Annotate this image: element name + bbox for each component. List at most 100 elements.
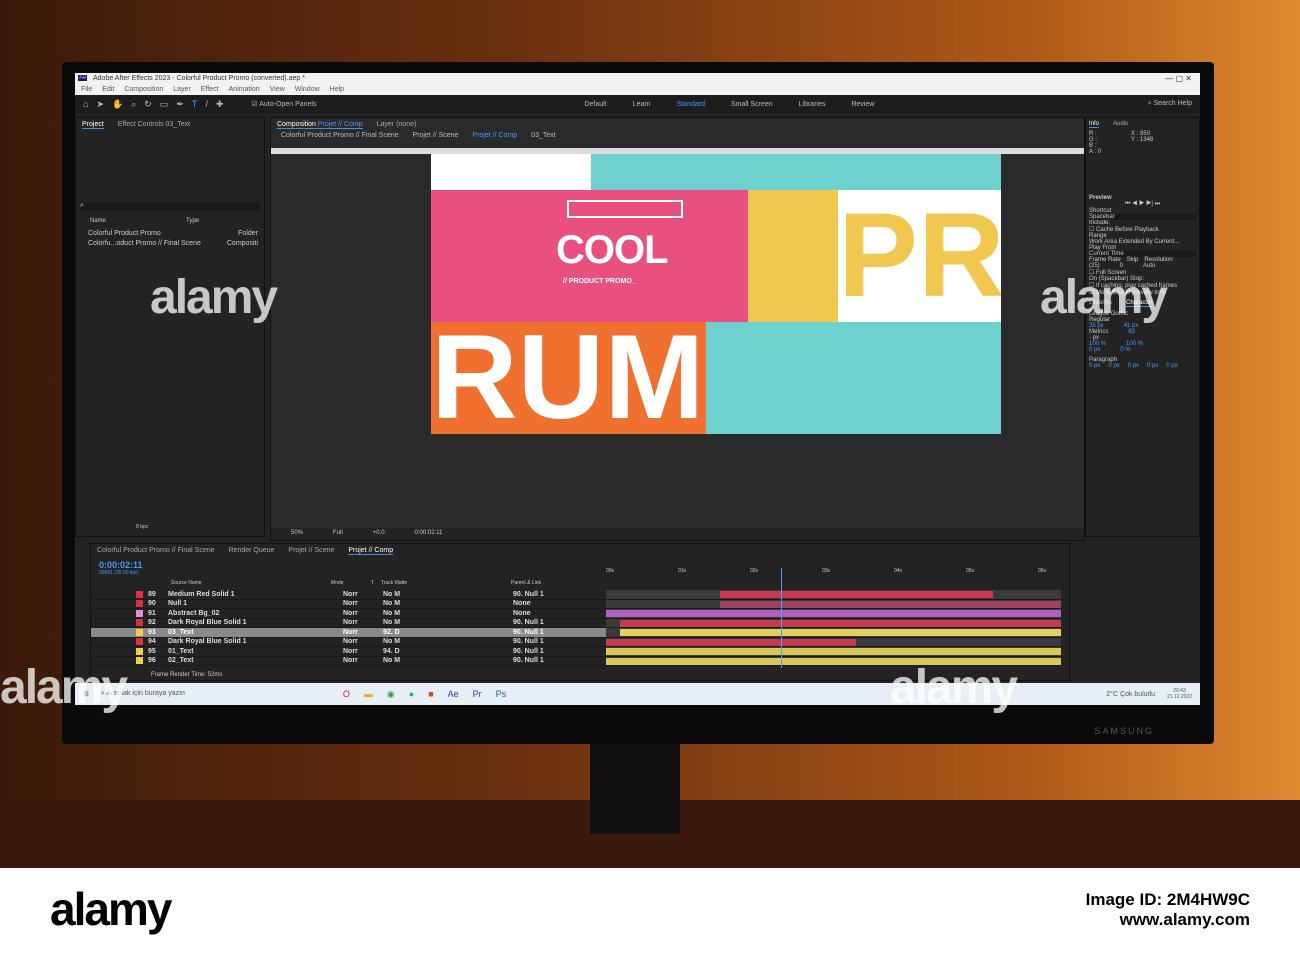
time-ruler[interactable]: 00s 01s 02s 03s 04s 05s 06s [606,568,1066,578]
track-matte-select[interactable]: No M [383,591,513,598]
track-matte-select[interactable]: No M [383,619,513,626]
mode-select[interactable]: Norr [343,610,383,617]
menu-layer[interactable]: Layer [173,86,191,94]
tab-project[interactable]: Project [82,121,104,129]
layer-name[interactable]: Abstract Bg_02 [168,610,343,617]
layer-name[interactable]: Dark Royal Blue Solid 1 [168,619,343,626]
pin-tool-icon[interactable]: ✚ [216,99,224,110]
zoom-select[interactable]: 50% [291,530,303,538]
rectangle-tool-icon[interactable]: ▭ [160,99,169,110]
layer-name[interactable]: 03_Text [168,629,343,636]
label-color[interactable] [136,590,143,598]
parent-select[interactable]: 90. Null 1 [513,591,544,598]
breadcrumb-item[interactable]: 03_Text [531,132,556,139]
paragraph-indent[interactable]: 0 px [1089,363,1100,369]
col-track-matte[interactable]: Track Matte [381,580,511,586]
menu-animation[interactable]: Animation [229,86,260,94]
track-matte-select[interactable]: No M [383,657,513,664]
track-matte-select[interactable]: No M [383,638,513,645]
tab-effect-controls[interactable]: Effect Controls 03_Text [118,121,190,129]
breadcrumb-item[interactable]: Projet // Scene [413,132,459,139]
tracking[interactable]: 63 [1128,329,1135,335]
track-matte-select[interactable]: No M [383,610,513,617]
layer-bar[interactable] [606,610,1061,617]
col-t[interactable]: T [371,580,381,586]
workspace-review[interactable]: Review [851,101,874,108]
mode-select[interactable]: Norr [343,657,383,664]
weather[interactable]: 2°C Çok bulutlu [1106,691,1155,698]
table-row[interactable]: 91 Abstract Bg_02 Norr No M None [91,609,606,619]
table-row[interactable]: 92 Dark Royal Blue Solid 1 Norr No M 90. Nul… [91,619,606,628]
workspace-learn[interactable]: Learn [633,101,651,108]
label-color[interactable] [136,619,143,627]
workspace-standard[interactable]: Standard [677,101,705,108]
timeline-timecode[interactable]: 0:00:02:11 [99,560,143,570]
menu-view[interactable]: View [270,86,285,94]
tab-timeline[interactable]: Projet // Scene [288,547,334,555]
mode-select[interactable]: Norr [343,629,383,636]
mode-select[interactable]: Norr [343,591,383,598]
selection-tool-icon[interactable]: ➤ [96,99,104,110]
paragraph-indent[interactable]: 0 px [1166,363,1177,369]
layer-bar[interactable] [719,591,993,598]
label-color[interactable] [136,600,143,608]
playback-controls[interactable]: ⏮ ◀ ▶ ▶| ⏭ [1089,201,1196,208]
window-controls[interactable]: — ▢ ✕ [1165,74,1192,83]
workspace-small-screen[interactable]: Small Screen [731,101,773,108]
preview-resolution-select[interactable]: Auto [1143,263,1155,269]
rotate-tool-icon[interactable]: ↻ [144,99,152,110]
table-row[interactable]: 96 02_Text Norr No M 90. Null 1 [91,657,606,666]
taskbar-search[interactable]: ⌕ Aramak için buraya yazın [101,690,281,698]
tab-timeline[interactable]: Projet // Comp [348,547,394,555]
mode-select[interactable]: Norr [343,619,383,626]
menu-composition[interactable]: Composition [124,86,163,94]
layer-name[interactable]: Dark Royal Blue Solid 1 [168,638,343,645]
layer-bar[interactable] [719,600,1061,608]
mode-select[interactable]: Norr [343,648,383,655]
label-color[interactable] [136,657,143,665]
baseline-shift[interactable]: 0 px [1089,347,1100,353]
col-name[interactable]: Name [90,218,106,224]
menu-window[interactable]: Window [295,86,320,94]
home-icon[interactable]: ⌂ [83,99,88,109]
layer-name[interactable]: Medium Red Solid 1 [168,591,343,598]
parent-select[interactable]: 90. Null 1 [513,648,544,655]
label-color[interactable] [136,628,143,636]
layer-bar[interactable] [619,629,1061,636]
search-help[interactable]: ⌕ Search Help [1148,100,1192,108]
layer-name[interactable]: 01_Text [168,648,343,655]
list-item[interactable]: Colorful Product Promo Folder [88,230,258,237]
tab-audio[interactable]: Audio [1113,121,1128,128]
tab-layer[interactable]: Layer (none) [377,121,417,129]
hand-tool-icon[interactable]: ✋ [112,99,123,110]
paragraph-indent[interactable]: 0 px [1147,363,1158,369]
tab-timeline[interactable]: Render Queue [229,547,275,555]
playhead[interactable] [781,568,782,668]
menu-file[interactable]: File [81,86,92,94]
paragraph-indent[interactable]: 0 px [1128,363,1139,369]
paragraph-indent[interactable]: 0 px [1108,363,1119,369]
parent-select[interactable]: 90. Null 1 [513,619,544,626]
workspace-default[interactable]: Default [584,101,606,108]
bpc-label[interactable]: 8 bpc [136,524,148,530]
taskbar-apps[interactable]: O ▬ ◉ ● ■ Ae Pr Ps [343,689,506,700]
layer-name[interactable]: Null 1 [168,600,343,607]
parent-select[interactable]: 90. Null 1 [513,629,544,636]
parent-select[interactable]: None [513,610,531,617]
table-row[interactable]: 89 Medium Red Solid 1 Norr No M 90. Null 1 [91,590,606,600]
clock-date[interactable]: 21.12.2022 [1167,694,1192,700]
parent-select[interactable]: 90. Null 1 [513,657,544,664]
col-mode[interactable]: Mode [331,580,371,586]
layer-name[interactable]: 02_Text [168,657,343,664]
list-item[interactable]: Colorfu...oduct Promo // Final Scene Comp… [88,240,258,247]
mode-select[interactable]: Norr [343,638,383,645]
table-row[interactable]: 95 01_Text Norr 94. D 90. Null 1 [91,647,606,657]
viewer-timecode[interactable]: 0:00:02:11 [415,530,443,538]
tab-timeline[interactable]: Colorful Product Promo // Final Scene [97,547,215,555]
brush-tool-icon[interactable]: / [205,99,208,109]
composition-viewer[interactable]: COOL // PRODUCT PROMO_ PR RUM [431,154,1001,434]
pen-tool-icon[interactable]: ✒ [176,99,184,110]
table-row[interactable]: 90 Null 1 Norr No M None [91,600,606,609]
type-tool-icon[interactable]: T [192,99,198,109]
menu-edit[interactable]: Edit [102,86,114,94]
